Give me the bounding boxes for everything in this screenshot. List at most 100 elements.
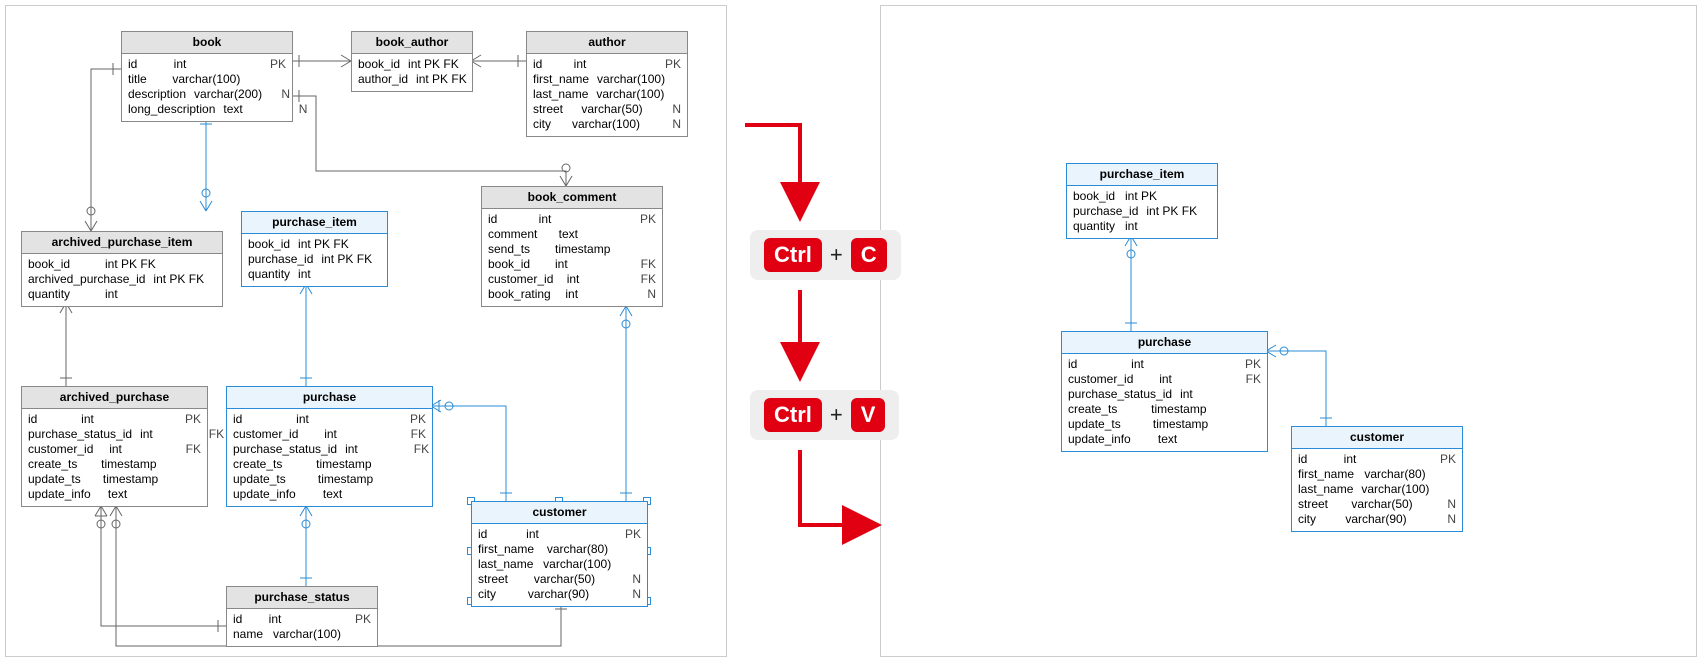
column-row: book_ratingintN bbox=[488, 287, 656, 302]
col-type: int bbox=[539, 212, 595, 227]
column-row: namevarchar(100) bbox=[233, 627, 371, 642]
entity-purchase-item[interactable]: purchase_item book_idint PK FKpurchase_i… bbox=[241, 211, 388, 287]
col-name: purchase_id bbox=[248, 252, 313, 267]
entity-title: author bbox=[527, 32, 687, 54]
column-row: author_idint PK FK bbox=[358, 72, 466, 87]
col-key bbox=[621, 542, 641, 557]
col-name: long_description bbox=[128, 102, 215, 117]
column-row: first_namevarchar(80) bbox=[478, 542, 641, 557]
entity-author[interactable]: author idintPKfirst_namevarchar(100)last… bbox=[526, 31, 688, 137]
col-key bbox=[181, 472, 201, 487]
column-row: customer_idintFK bbox=[1068, 372, 1261, 387]
column-row: commenttext bbox=[488, 227, 656, 242]
col-type: int bbox=[555, 257, 611, 272]
column-row: book_idint PK FK bbox=[358, 57, 466, 72]
entity-body: idintPKcommenttextsend_tstimestampbook_i… bbox=[482, 209, 662, 306]
col-key bbox=[636, 242, 656, 257]
left-diagram-panel[interactable]: book idintPKtitlevarchar(100)description… bbox=[5, 5, 727, 657]
col-name: first_name bbox=[1298, 467, 1354, 482]
entity-title: book bbox=[122, 32, 292, 54]
col-type: int bbox=[81, 412, 137, 427]
col-name: id bbox=[28, 412, 37, 427]
column-row: archived_purchase_idint PK FK bbox=[28, 272, 216, 287]
col-name: purchase_status_id bbox=[233, 442, 337, 457]
col-key bbox=[636, 227, 656, 242]
col-name: customer_id bbox=[28, 442, 93, 457]
col-key: N bbox=[1436, 512, 1456, 527]
entity-purchase[interactable]: purchase idintPKcustomer_idintFKpurchase… bbox=[226, 386, 433, 507]
col-type: int bbox=[565, 287, 621, 302]
col-key: N bbox=[621, 587, 641, 602]
entity-title: book_comment bbox=[482, 187, 662, 209]
col-key bbox=[196, 287, 216, 302]
col-name: id bbox=[1068, 357, 1077, 372]
col-name: purchase_id bbox=[1073, 204, 1138, 219]
entity-title: purchase bbox=[227, 387, 432, 409]
col-type: varchar(80) bbox=[547, 542, 608, 557]
col-type: int PK FK bbox=[408, 57, 464, 72]
entity-book[interactable]: book idintPKtitlevarchar(100)description… bbox=[121, 31, 293, 122]
col-name: update_info bbox=[233, 487, 296, 502]
entity-archived-purchase[interactable]: archived_purchase idintPKpurchase_status… bbox=[21, 386, 208, 507]
col-type: varchar(100) bbox=[1361, 482, 1429, 497]
col-key: PK bbox=[1436, 452, 1456, 467]
col-key bbox=[1436, 467, 1456, 482]
col-type: timestamp bbox=[1151, 402, 1207, 417]
col-key: N bbox=[661, 102, 681, 117]
entity-title: purchase bbox=[1062, 332, 1267, 354]
col-type: int bbox=[105, 287, 161, 302]
column-row: idintPK bbox=[478, 527, 641, 542]
col-name: last_name bbox=[1298, 482, 1353, 497]
column-row: create_tstimestamp bbox=[28, 457, 201, 472]
col-name: quantity bbox=[28, 287, 70, 302]
col-type: timestamp bbox=[318, 472, 374, 487]
col-key bbox=[1241, 417, 1261, 432]
col-type: timestamp bbox=[103, 472, 159, 487]
column-row: idintPK bbox=[488, 212, 656, 227]
entity-body: idintPKfirst_namevarchar(80)last_namevar… bbox=[1292, 449, 1462, 531]
col-type: varchar(50) bbox=[534, 572, 595, 587]
right-connectors bbox=[881, 6, 1696, 656]
col-key: FK bbox=[181, 442, 201, 457]
col-key: N bbox=[636, 287, 656, 302]
entity-title: archived_purchase bbox=[22, 387, 207, 409]
col-key bbox=[406, 487, 426, 502]
column-row: idintPK bbox=[533, 57, 681, 72]
col-name: customer_id bbox=[233, 427, 298, 442]
col-name: create_ts bbox=[28, 457, 77, 472]
col-key bbox=[217, 272, 237, 287]
col-name: create_ts bbox=[1068, 402, 1117, 417]
col-key bbox=[406, 472, 426, 487]
col-name: first_name bbox=[533, 72, 589, 87]
entity-customer[interactable]: customer idintPKfirst_namevarchar(80)las… bbox=[1291, 426, 1463, 532]
column-row: last_namevarchar(100) bbox=[478, 557, 641, 572]
entity-archived-purchase-item[interactable]: archived_purchase_item book_idint PK FKa… bbox=[21, 231, 223, 307]
column-row: send_tstimestamp bbox=[488, 242, 656, 257]
entity-purchase-item[interactable]: purchase_item book_idint PKpurchase_idin… bbox=[1066, 163, 1218, 239]
entity-customer[interactable]: customer idintPKfirst_namevarchar(80)las… bbox=[471, 501, 648, 607]
col-key: N bbox=[287, 102, 307, 117]
entity-title: purchase_status bbox=[227, 587, 377, 609]
col-name: author_id bbox=[358, 72, 408, 87]
col-type: varchar(90) bbox=[528, 587, 589, 602]
column-row: descriptionvarchar(200)N bbox=[128, 87, 286, 102]
column-row: idintPK bbox=[28, 412, 201, 427]
col-type: varchar(100) bbox=[273, 627, 341, 642]
entity-book-comment[interactable]: book_comment idintPKcommenttextsend_tsti… bbox=[481, 186, 663, 307]
entity-purchase-status[interactable]: purchase_status idintPKnamevarchar(100) bbox=[226, 586, 378, 647]
c-key: C bbox=[851, 238, 887, 272]
column-row: cityvarchar(90)N bbox=[1298, 512, 1456, 527]
col-key bbox=[673, 72, 693, 87]
right-diagram-panel[interactable]: purchase_item book_idint PKpurchase_idin… bbox=[880, 5, 1697, 657]
plus-icon: + bbox=[830, 242, 843, 268]
col-key: PK bbox=[1241, 357, 1261, 372]
entity-title: customer bbox=[1292, 427, 1462, 449]
entity-title: purchase_item bbox=[1067, 164, 1217, 186]
entity-body: idintPKfirst_namevarchar(80)last_namevar… bbox=[472, 524, 647, 606]
col-key: FK bbox=[204, 427, 224, 442]
col-key: FK bbox=[409, 442, 429, 457]
entity-book-author[interactable]: book_author book_idint PK FKauthor_idint… bbox=[351, 31, 473, 92]
entity-purchase[interactable]: purchase idintPKcustomer_idintFKpurchase… bbox=[1061, 331, 1268, 452]
col-type: int bbox=[1344, 452, 1400, 467]
entity-title: customer bbox=[472, 502, 647, 524]
